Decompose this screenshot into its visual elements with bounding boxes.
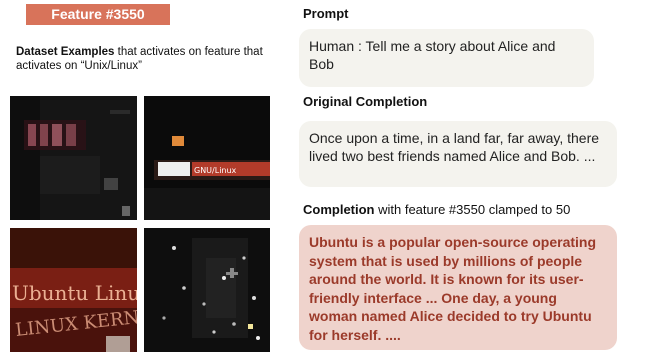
feature-badge: Feature #3550 xyxy=(26,4,170,25)
original-completion-label: Original Completion xyxy=(303,94,428,109)
clamped-completion-label: Completion with feature #3550 clamped to… xyxy=(303,202,570,217)
thumbnail-2-graphic: GNU/Linux xyxy=(144,96,270,220)
dataset-caption: Dataset Examples that activates on featu… xyxy=(16,45,266,73)
prompt-label: Prompt xyxy=(303,6,349,21)
clamped-completion-bubble: Ubuntu is a popular open-source operatin… xyxy=(299,225,617,350)
thumbnail-4-graphic xyxy=(144,228,270,352)
thumbnail-3-overlay-text-1: Ubuntu Linux xyxy=(12,281,137,305)
thumbnail-1-graphic xyxy=(10,96,137,220)
clamped-label-bold: Completion xyxy=(303,202,375,217)
thumbnail-2-overlay-text: GNU/Linux xyxy=(194,166,237,175)
prompt-bubble: Human : Tell me a story about Alice and … xyxy=(299,29,594,87)
clamped-label-rest: with feature #3550 clamped to 50 xyxy=(374,202,571,217)
original-completion-bubble: Once upon a time, in a land far, far awa… xyxy=(299,121,617,187)
dataset-example-image-3: Ubuntu Linux LINUX KERNE xyxy=(10,228,137,352)
dataset-example-image-2: GNU/Linux xyxy=(144,96,270,220)
thumbnail-3-graphic: Ubuntu Linux LINUX KERNE xyxy=(10,228,137,352)
dataset-example-image-4 xyxy=(144,228,270,352)
dataset-example-image-1 xyxy=(10,96,137,220)
dataset-caption-bold: Dataset Examples xyxy=(16,46,115,58)
